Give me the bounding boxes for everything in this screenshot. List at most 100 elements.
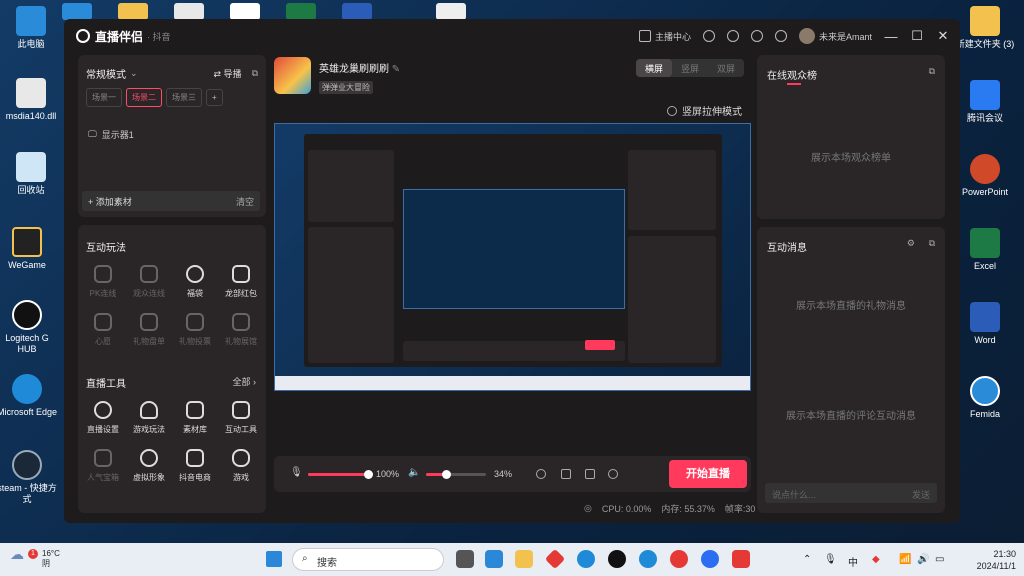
all-tools-link[interactable]: 全部 › — [232, 375, 256, 388]
desktop-icon-msdia[interactable]: msdia140.dll — [0, 78, 66, 122]
microphone-icon[interactable]: 🎙 — [290, 467, 303, 478]
pk-link-tool[interactable]: PK连线 — [80, 265, 126, 299]
user-profile[interactable]: 未来是Amant — [798, 28, 872, 44]
tray-expand-icon[interactable]: ⌃ — [803, 554, 811, 565]
start-live-button[interactable]: 开始直播 — [669, 460, 747, 488]
edge-taskbar-icon[interactable] — [639, 550, 657, 568]
audience-popout-icon[interactable]: ⧉ — [929, 66, 935, 77]
ecommerce-tool[interactable]: 抖音电商 — [172, 449, 218, 483]
mic-tray-icon[interactable]: 🎙 — [824, 554, 837, 565]
gift-vote-tool[interactable]: 礼物投票 — [172, 313, 218, 347]
audience-link-tool[interactable]: 观众连线 — [126, 265, 172, 299]
cloud-icon: ☁ — [10, 546, 24, 562]
screen-icon[interactable] — [561, 469, 571, 479]
chevron-down-icon[interactable]: ⌄ — [130, 68, 138, 79]
scene-tab-1[interactable]: 场景一 — [86, 88, 122, 107]
desktop-icon-excel[interactable]: Excel — [954, 228, 1016, 272]
qq-icon[interactable] — [608, 550, 626, 568]
desktop-icon-wegame[interactable]: WeGame — [0, 227, 58, 271]
scene-tab-3[interactable]: 场景三 — [166, 88, 202, 107]
speaker-icon[interactable]: 🔈 — [408, 467, 420, 478]
desktop-icon-powerpoint[interactable]: PowerPoint — [954, 154, 1016, 198]
feedback-icon[interactable] — [726, 30, 739, 42]
portrait-option[interactable]: 竖屏 — [672, 59, 708, 77]
battery-icon[interactable]: ▭ — [935, 554, 944, 565]
desktop-icon-femida[interactable]: Femida — [954, 376, 1016, 420]
task-view-icon[interactable] — [456, 550, 474, 568]
portrait-stretch-toggle[interactable]: 竖屏拉伸模式 — [667, 103, 742, 118]
gift-list-tool[interactable]: 礼物盘单 — [126, 313, 172, 347]
speaker-volume-slider[interactable] — [426, 470, 486, 479]
lucky-bag-tool[interactable]: 福袋 — [172, 265, 218, 299]
add-material-button[interactable]: + 添加素材 — [88, 195, 132, 208]
desktop-icon-logitech[interactable]: Logitech G HUB — [0, 300, 58, 355]
game-play-tool[interactable]: 游戏玩法 — [126, 401, 172, 435]
popularity-box-tool[interactable]: 人气宝箱 — [80, 449, 126, 483]
desktop-icon-tencent-meeting[interactable]: 腾讯会议 — [954, 80, 1016, 124]
desktop-icon-steam[interactable]: steam - 快捷方式 — [0, 450, 58, 505]
settings-icon[interactable] — [774, 30, 787, 42]
import-button[interactable]: ⇄ 导播 — [214, 67, 242, 80]
mic-volume-slider[interactable] — [308, 470, 373, 479]
live-settings-tool[interactable]: 直播设置 — [80, 401, 126, 435]
headset-icon[interactable] — [702, 30, 715, 42]
volume-icon[interactable]: 🔊 — [917, 554, 929, 565]
maximize-button[interactable]: ☐ — [910, 28, 924, 44]
anchor-center-link[interactable]: 主播中心 — [638, 30, 691, 43]
desktop-icon-word[interactable]: Word — [954, 302, 1016, 346]
file-explorer-icon[interactable] — [515, 550, 533, 568]
wish-tool[interactable]: 心愿 — [80, 313, 126, 347]
browser-icon[interactable] — [577, 550, 595, 568]
app-tray-icon[interactable]: ◆ — [872, 554, 880, 565]
stream-preview[interactable] — [274, 123, 751, 391]
desktop-icon-recycle-bin[interactable]: 回收站 — [0, 152, 62, 196]
ime-indicator[interactable]: 中 — [848, 554, 858, 569]
folder-icon — [970, 6, 1000, 36]
help-icon[interactable] — [750, 30, 763, 42]
desktop-icon-new-folder[interactable]: 新建文件夹 (3) — [954, 6, 1016, 50]
avatar-tool[interactable]: 虚拟形象 — [126, 449, 172, 483]
widgets-icon[interactable] — [485, 550, 503, 568]
material-library-tool[interactable]: 素材库 — [172, 401, 218, 435]
scene-tab-2[interactable]: 场景二 — [126, 88, 162, 107]
game-name[interactable]: 英雄龙巢刷刷刷 ✎ — [319, 60, 400, 75]
interactive-tools-tool[interactable]: 互动工具 — [218, 401, 264, 435]
desktop-icon-edge[interactable]: Microsoft Edge — [0, 374, 58, 418]
dual-screen-option[interactable]: 双屏 — [708, 59, 744, 77]
add-scene-button[interactable]: + — [206, 89, 223, 106]
mode-selector[interactable]: 常规模式 — [86, 66, 126, 81]
app-red-icon[interactable] — [670, 550, 688, 568]
messages-popout-icon[interactable]: ⧉ — [929, 238, 935, 249]
popout-icon[interactable]: ⧉ — [252, 68, 258, 79]
chat-input[interactable]: 说点什么... 发送 — [765, 483, 937, 503]
game-tool[interactable]: 游戏 — [218, 449, 264, 483]
kugou-icon[interactable] — [701, 550, 719, 568]
close-button[interactable]: ✕ — [936, 28, 950, 44]
femida-icon — [970, 376, 1000, 406]
landscape-option[interactable]: 横屏 — [635, 59, 672, 77]
red-packet-tool[interactable]: 龙部红包 — [218, 265, 264, 299]
send-button[interactable]: 发送 — [912, 488, 930, 501]
minimize-button[interactable]: — — [884, 29, 898, 44]
beauty-icon[interactable] — [536, 469, 546, 479]
messages-settings-icon[interactable]: ⚙ — [907, 238, 915, 249]
live-companion-taskbar-icon[interactable] — [732, 550, 750, 568]
desktop-icon-this-pc[interactable]: 此电脑 — [0, 6, 62, 50]
speaker-volume-knob[interactable] — [442, 470, 452, 479]
app-red-diamond-icon[interactable] — [544, 548, 566, 570]
start-menu-icon[interactable] — [266, 551, 282, 567]
edge-icon — [12, 374, 42, 404]
clock[interactable]: 21:30 2024/11/1 — [977, 548, 1016, 572]
source-item[interactable]: 🖵 显示器1 — [88, 128, 134, 141]
taskbar-search[interactable]: ⌕ 搜索 — [292, 548, 444, 571]
clear-button[interactable]: 清空 — [236, 195, 254, 208]
edit-icon[interactable]: ✎ — [392, 64, 400, 75]
camera-icon[interactable] — [585, 469, 595, 479]
live-settings-icon[interactable] — [608, 469, 618, 479]
weather-widget[interactable]: ☁ 1 16°C 阴 — [10, 546, 60, 569]
wifi-icon[interactable]: 📶 — [899, 554, 911, 565]
gift-gallery-tool[interactable]: 礼物展馆 — [218, 313, 264, 347]
game-thumbnail[interactable] — [274, 57, 311, 94]
excel-icon — [970, 228, 1000, 258]
mic-volume-knob[interactable] — [364, 470, 373, 479]
